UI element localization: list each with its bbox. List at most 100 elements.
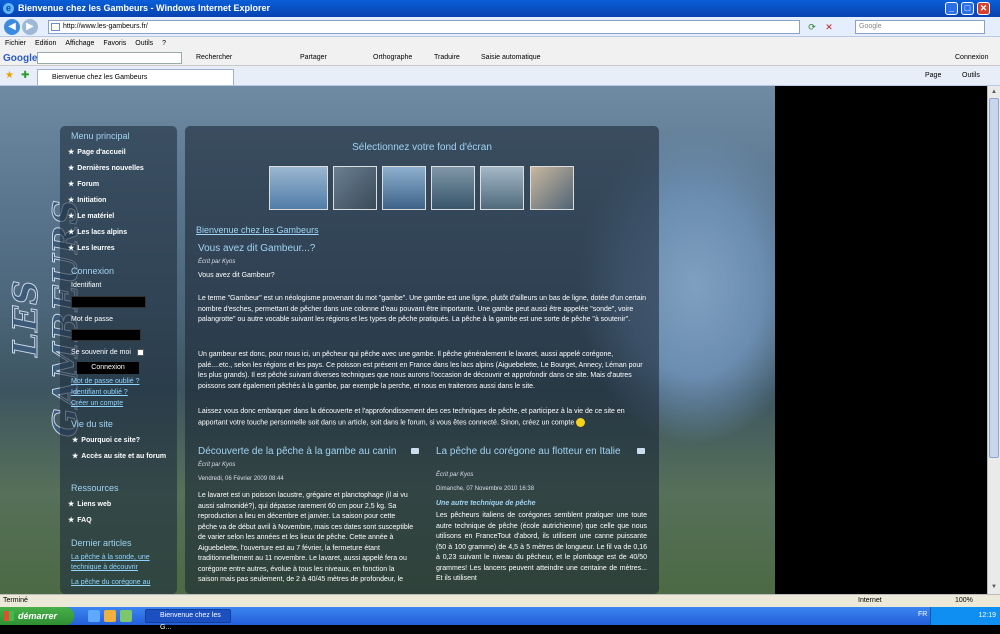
maximize-button[interactable]: □ — [961, 2, 974, 15]
forgot-password-link[interactable]: Mot de passe oublié ? — [71, 377, 140, 387]
language-indicator[interactable]: FR — [918, 611, 927, 618]
nav-faq[interactable]: ★ FAQ — [68, 516, 92, 526]
minimize-button[interactable]: _ — [945, 2, 958, 15]
scroll-down-icon[interactable]: ▼ — [989, 582, 999, 592]
nav-initiation[interactable]: ★ Initiation — [68, 196, 106, 206]
wallpaper-thumb[interactable] — [269, 166, 328, 210]
google-search-input[interactable] — [37, 52, 182, 64]
vertical-scrollbar[interactable]: ▲ ▼ — [987, 86, 1000, 594]
nav-leurres[interactable]: ★ Les leurres — [68, 244, 115, 254]
tab-current[interactable]: Bienvenue chez les Gambeurs — [37, 69, 234, 85]
wallpaper-thumb[interactable] — [480, 166, 524, 210]
star-icon: ★ — [68, 517, 75, 524]
windows-logo-icon — [4, 611, 14, 621]
username-input[interactable] — [71, 296, 146, 308]
star-icon: ★ — [68, 229, 75, 236]
article-subtitle: Une autre technique de pêche — [436, 500, 536, 507]
stop-icon[interactable]: ✕ — [822, 20, 836, 34]
window-titlebar[interactable]: e Bienvenue chez les Gambeurs - Windows … — [0, 0, 1000, 17]
taskbar-window-button[interactable]: Bienvenue chez les G... — [145, 609, 231, 631]
wallpaper-title: Sélectionnez votre fond d'écran — [352, 142, 492, 153]
nav-why[interactable]: ★ Pourquoi ce site? — [72, 436, 140, 446]
main-menu-title: Menu principal — [71, 131, 130, 141]
tab-bar: ★ ✚ Bienvenue chez les Gambeurs Page Out… — [0, 66, 1000, 86]
smiley-icon — [576, 417, 586, 427]
clock: 12:19 — [978, 612, 996, 619]
star-icon: ★ — [68, 245, 75, 252]
address-input[interactable]: http://www.les-gambeurs.fr/ — [48, 20, 800, 34]
article-author: Écrit par Kyos — [436, 472, 474, 478]
menu-edition[interactable]: Edition — [35, 40, 56, 47]
nav-materiel[interactable]: ★ Le matériel — [68, 212, 114, 222]
scroll-up-icon[interactable]: ▲ — [989, 87, 999, 97]
menu-favoris[interactable]: Favoris — [103, 40, 126, 47]
wallpaper-thumb[interactable] — [431, 166, 475, 210]
refresh-icon[interactable]: ⟳ — [805, 20, 819, 34]
menu-help[interactable]: ? — [162, 40, 166, 47]
nav-access[interactable]: ★ Accès au site et au forum — [72, 452, 166, 462]
start-button[interactable]: démarrer — [0, 607, 74, 625]
search-input[interactable]: Google — [855, 20, 985, 34]
web-content: LES GAMBEURS Menu principal ★Page d'accu… — [0, 86, 1000, 594]
scrollbar-thumb[interactable] — [989, 98, 999, 458]
latest-article-link[interactable]: La pêche à la sonde, une technique à déc… — [71, 553, 171, 573]
menu-affichage[interactable]: Affichage — [65, 40, 94, 47]
nav-lacs[interactable]: ★ Les lacs alpins — [68, 228, 127, 238]
password-input[interactable] — [71, 329, 141, 341]
nav-home[interactable]: ★ Page d'accueil — [68, 148, 126, 158]
share-button[interactable]: Partager — [300, 50, 327, 66]
sidebar: Menu principal ★ Page d'accueil ★ Dernière… — [60, 126, 177, 594]
welcome-link[interactable]: Bienvenue chez les Gambeurs — [196, 225, 319, 235]
article-date: Dimanche, 07 Novembre 2010 16:38 — [436, 486, 535, 492]
google-login-button[interactable]: Connexion — [955, 50, 988, 66]
nav-news[interactable]: ★ Dernières nouvelles — [68, 164, 144, 174]
page-menu-button[interactable]: Page — [925, 70, 941, 82]
close-button[interactable]: ✕ — [977, 2, 990, 15]
nav-forum[interactable]: ★ Forum — [68, 180, 99, 190]
latest-articles-title: Dernier articles — [71, 538, 132, 548]
remember-checkbox[interactable] — [137, 349, 144, 356]
favorites-star-icon[interactable]: ★ — [5, 70, 14, 82]
star-icon: ★ — [72, 437, 79, 444]
password-label: Mot de passe — [71, 316, 114, 323]
wallpaper-thumb[interactable] — [382, 166, 426, 210]
menu-outils[interactable]: Outils — [135, 40, 153, 47]
status-bar: Terminé Internet 100% — [0, 594, 1000, 607]
wallpaper-thumb[interactable] — [530, 166, 574, 210]
star-icon: ★ — [68, 197, 75, 204]
google-logo: Google — [3, 53, 38, 64]
spellcheck-button[interactable]: Orthographe — [373, 50, 412, 66]
forgot-username-link[interactable]: Identifiant oublié ? — [71, 388, 128, 398]
latest-article-link[interactable]: La pêche du corégone au — [71, 578, 171, 588]
zone-text: Internet — [858, 597, 882, 604]
back-button[interactable]: ◀ — [4, 19, 20, 35]
explorer-quicklaunch-icon[interactable] — [104, 610, 116, 622]
google-toolbar: Google Rechercher Partager Orthographe T… — [0, 50, 1000, 66]
login-button[interactable]: Connexion — [77, 362, 139, 374]
menu-fichier[interactable]: Fichier — [5, 40, 26, 47]
user-label: Identifiant — [71, 282, 102, 289]
create-account-link[interactable]: Créer un compte — [71, 399, 123, 409]
autofill-button[interactable]: Saisie automatique — [481, 50, 541, 66]
system-tray: 12:19 — [930, 607, 1000, 625]
media-quicklaunch-icon[interactable] — [120, 610, 132, 622]
menu-bar: Fichier Edition Affichage Favoris Outils… — [0, 37, 1000, 50]
print-icon[interactable] — [411, 448, 419, 454]
forward-button[interactable]: ▶ — [22, 19, 38, 35]
resources-title: Ressources — [71, 483, 119, 493]
translate-button[interactable]: Traduire — [434, 50, 460, 66]
nav-links[interactable]: ★ Liens web — [68, 500, 111, 510]
address-toolbar: ◀ ▶ http://www.les-gambeurs.fr/ ⟳ ✕ Goog… — [0, 17, 1000, 37]
print-icon[interactable] — [637, 448, 645, 454]
site-life-title: Vie du site — [71, 419, 113, 429]
address-url: http://www.les-gambeurs.fr/ — [63, 23, 148, 30]
ie-quicklaunch-icon[interactable] — [88, 610, 100, 622]
wallpaper-thumb[interactable] — [333, 166, 377, 210]
tools-menu-button[interactable]: Outils — [962, 70, 980, 82]
article-text: Les pêcheurs italiens de corégones sembl… — [436, 512, 647, 582]
zoom-level[interactable]: 100% — [955, 595, 973, 607]
article-title: La pêche du corégone au flotteur en Ital… — [436, 446, 621, 457]
star-icon: ★ — [68, 149, 75, 156]
google-search-button[interactable]: Rechercher — [196, 50, 232, 66]
add-favorite-icon[interactable]: ✚ — [21, 70, 29, 82]
